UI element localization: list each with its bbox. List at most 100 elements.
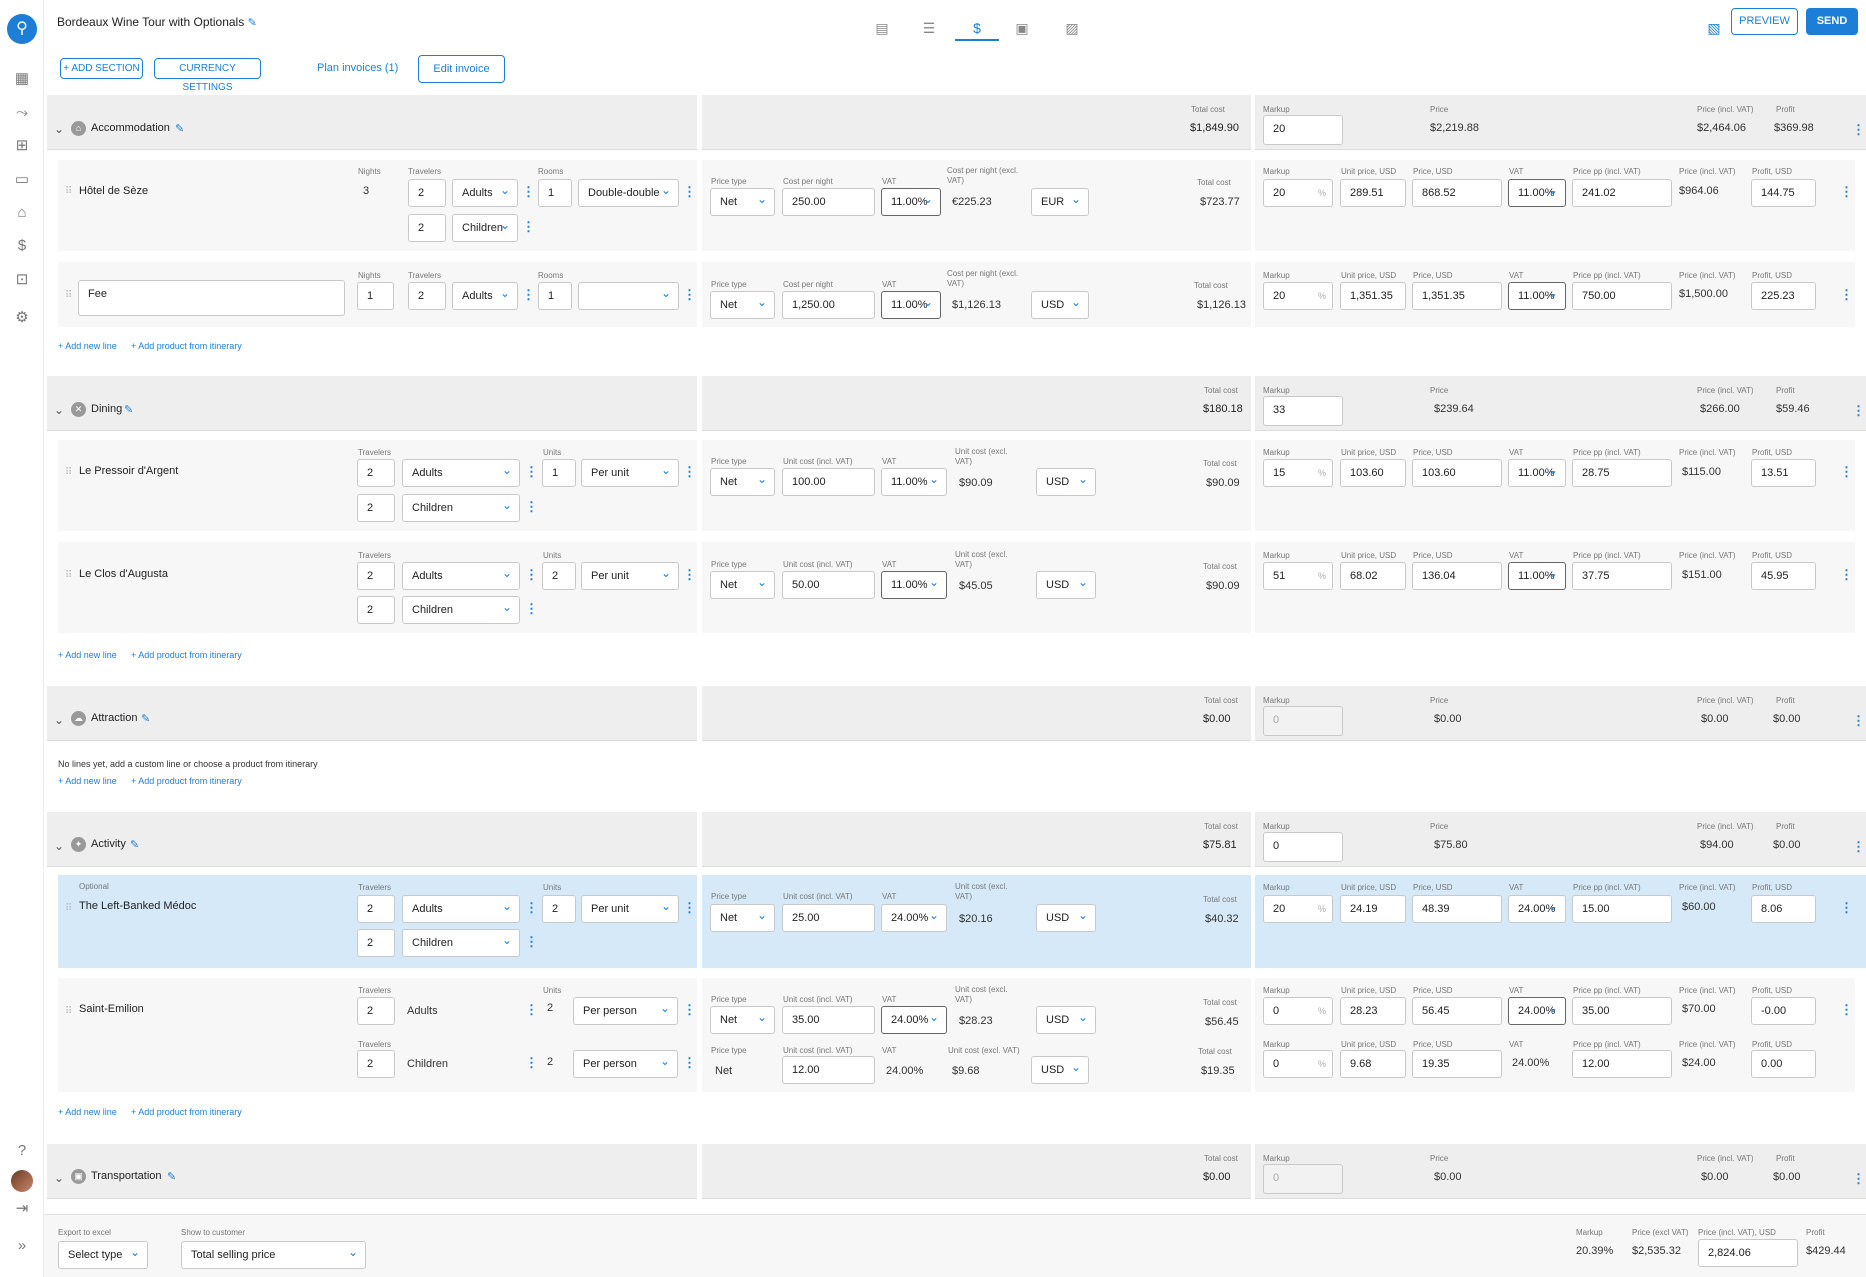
row-menu-icon[interactable]: ⋮: [683, 464, 696, 480]
drag-handle-icon[interactable]: ⠿: [65, 186, 72, 197]
markup-input[interactable]: 33: [1263, 396, 1343, 426]
add-new-line-link[interactable]: + Add new line: [58, 1107, 117, 1117]
row-menu-icon[interactable]: ⋮: [683, 567, 696, 583]
row-menu-icon[interactable]: ⋮: [525, 567, 538, 583]
row-menu-icon[interactable]: ⋮: [1840, 1002, 1853, 1018]
row-menu-icon[interactable]: ⋮: [525, 499, 538, 515]
price-pp-input[interactable]: 37.75: [1572, 562, 1672, 590]
currency-select[interactable]: USD: [1036, 468, 1096, 496]
row-menu-icon[interactable]: ⋮: [522, 184, 535, 200]
row-menu-icon[interactable]: ⋮: [522, 287, 535, 303]
traveler-type-select[interactable]: Children: [402, 596, 520, 624]
markup-input[interactable]: 51%: [1263, 562, 1333, 590]
invoice-icon[interactable]: $: [955, 17, 999, 41]
currency-select[interactable]: USD: [1031, 1056, 1089, 1084]
row-menu-icon[interactable]: ⋮: [525, 601, 538, 617]
help-icon[interactable]: ?: [12, 1141, 32, 1161]
price-pp-input[interactable]: 241.02: [1572, 179, 1672, 207]
drag-handle-icon[interactable]: ⠿: [65, 570, 72, 581]
currency-select[interactable]: USD: [1036, 904, 1096, 932]
row-menu-icon[interactable]: ⋮: [525, 900, 538, 916]
image-icon[interactable]: ▨: [1060, 17, 1084, 39]
logout-icon[interactable]: ⇥: [12, 1199, 32, 1219]
add-new-line-link[interactable]: + Add new line: [58, 776, 117, 786]
section-menu-icon[interactable]: ⋮: [1852, 713, 1865, 729]
traveler-type-select[interactable]: Children: [402, 929, 520, 957]
vat-select[interactable]: 11.00%: [1508, 562, 1566, 590]
vat-select[interactable]: 11.00%: [881, 188, 941, 216]
vat-select[interactable]: 11.00%: [1508, 282, 1566, 310]
export-select[interactable]: Select type: [58, 1241, 148, 1269]
profit-input[interactable]: -0.00: [1751, 997, 1816, 1025]
profit-input[interactable]: 225.23: [1751, 282, 1816, 310]
edit-section-icon[interactable]: ✎: [124, 403, 133, 416]
document-icon[interactable]: ▣: [1010, 17, 1034, 39]
traveler-type-select[interactable]: Adults: [402, 459, 520, 487]
edit-section-icon[interactable]: ✎: [175, 122, 184, 135]
dollar-icon[interactable]: $: [12, 236, 32, 256]
row-menu-icon[interactable]: ⋮: [525, 934, 538, 950]
edit-title-icon[interactable]: ✎: [248, 17, 257, 29]
travelers-input[interactable]: 2: [357, 1050, 395, 1078]
travelers-input[interactable]: 2: [357, 895, 395, 923]
markup-input[interactable]: 20%: [1263, 895, 1333, 923]
plan-invoices-link[interactable]: Plan invoices (1): [317, 62, 398, 74]
dashboard-icon[interactable]: ▦: [12, 69, 32, 89]
map-icon[interactable]: ▧: [1702, 17, 1726, 39]
unit-price-input[interactable]: 9.68: [1340, 1050, 1406, 1078]
price-pp-input[interactable]: 35.00: [1572, 997, 1672, 1025]
row-menu-icon[interactable]: ⋮: [1840, 567, 1853, 583]
profit-input[interactable]: 144.75: [1751, 179, 1816, 207]
traveler-type-select[interactable]: Adults: [402, 562, 520, 590]
drag-handle-icon[interactable]: ⠿: [65, 1006, 72, 1017]
row-menu-icon[interactable]: ⋮: [1840, 464, 1853, 480]
hierarchy-icon[interactable]: ⊞: [12, 136, 32, 156]
currency-select[interactable]: EUR: [1031, 188, 1089, 216]
travelers-input[interactable]: 2: [357, 562, 395, 590]
markup-input[interactable]: 15%: [1263, 459, 1333, 487]
section-menu-icon[interactable]: ⋮: [1852, 839, 1865, 855]
vat-select[interactable]: 11.00%: [881, 468, 947, 496]
add-section-button[interactable]: + ADD SECTION: [60, 58, 143, 79]
travelers-input[interactable]: 2: [408, 179, 446, 207]
row-menu-icon[interactable]: ⋮: [683, 900, 696, 916]
unit-price-input[interactable]: 68.02: [1340, 562, 1406, 590]
markup-input[interactable]: 20%: [1263, 179, 1333, 207]
row-menu-icon[interactable]: ⋮: [683, 1002, 696, 1018]
avatar[interactable]: [11, 1170, 33, 1192]
travelers-input[interactable]: 2: [357, 929, 395, 957]
currency-select[interactable]: USD: [1031, 291, 1089, 319]
show-select[interactable]: Total selling price: [181, 1241, 366, 1269]
row-menu-icon[interactable]: ⋮: [522, 219, 535, 235]
collapse-chevron-icon[interactable]: ⌄: [54, 122, 64, 136]
price-type-select[interactable]: Net: [710, 291, 775, 319]
travelers-input[interactable]: 2: [357, 459, 395, 487]
nights-input[interactable]: 1: [357, 282, 394, 310]
unit-price-input[interactable]: 289.51: [1340, 179, 1406, 207]
profit-input[interactable]: 8.06: [1751, 895, 1816, 923]
row-menu-icon[interactable]: ⋮: [683, 184, 696, 200]
cost-input[interactable]: 100.00: [782, 468, 875, 496]
widgets-icon[interactable]: ⊡: [12, 270, 32, 290]
traveler-type-select[interactable]: Children: [402, 494, 520, 522]
row-menu-icon[interactable]: ⋮: [1840, 184, 1853, 200]
unit-type-select[interactable]: Per unit: [581, 459, 679, 487]
edit-section-icon[interactable]: ✎: [141, 712, 150, 725]
markup-input[interactable]: 0: [1263, 1164, 1343, 1194]
collapse-chevron-icon[interactable]: ⌄: [54, 839, 64, 853]
units-input[interactable]: 2: [542, 895, 576, 923]
edit-section-icon[interactable]: ✎: [130, 838, 139, 851]
unit-price-input[interactable]: 28.23: [1340, 997, 1406, 1025]
cost-input[interactable]: 50.00: [782, 571, 875, 599]
price-type-select[interactable]: Net: [710, 188, 775, 216]
price-input[interactable]: 103.60: [1412, 459, 1502, 487]
price-input[interactable]: 48.39: [1412, 895, 1502, 923]
section-menu-icon[interactable]: ⋮: [1852, 403, 1865, 419]
add-product-link[interactable]: + Add product from itinerary: [131, 650, 242, 660]
unit-type-select[interactable]: Per unit: [581, 562, 679, 590]
section-menu-icon[interactable]: ⋮: [1852, 122, 1865, 138]
unit-type-select[interactable]: Per unit: [581, 895, 679, 923]
add-product-link[interactable]: + Add product from itinerary: [131, 1107, 242, 1117]
traveler-type-select[interactable]: Children: [452, 214, 518, 242]
travelers-input[interactable]: 2: [408, 214, 446, 242]
